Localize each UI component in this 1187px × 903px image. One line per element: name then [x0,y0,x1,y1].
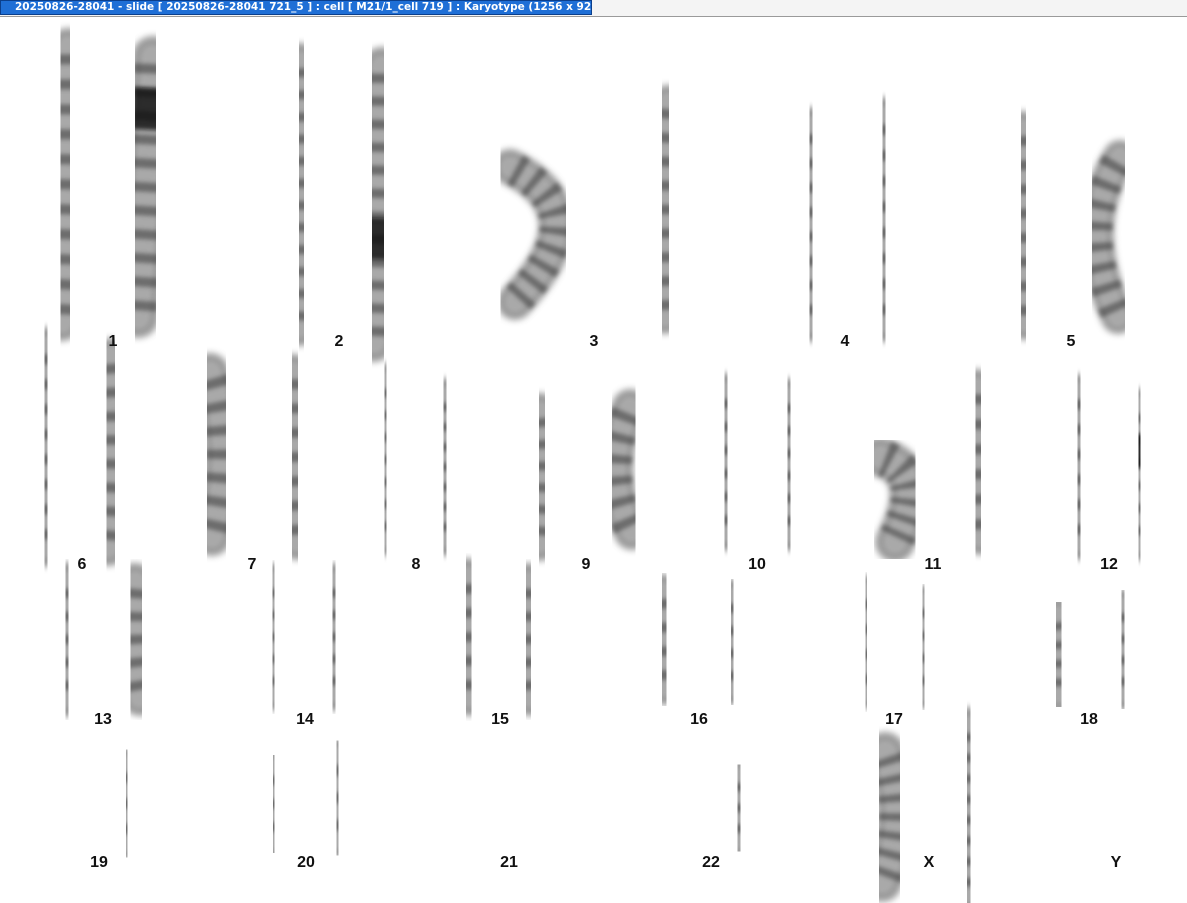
chromosome-core [799,116,823,333]
chromosome-label: 8 [412,556,421,573]
chromosome[interactable] [46,562,88,717]
chromosome[interactable] [720,759,758,857]
chromosome[interactable] [521,393,563,561]
chromosome-label: 22 [702,854,720,871]
chromosome-label: 16 [690,711,708,728]
chromosome[interactable] [597,389,650,550]
chromosome[interactable] [906,585,941,709]
chromosome-label: 12 [1100,556,1118,573]
chromosome[interactable] [108,747,145,860]
chromosome[interactable] [713,579,751,705]
chromosome-label: 13 [94,711,112,728]
chromosome[interactable] [947,707,990,903]
chromosome[interactable] [113,563,159,716]
chromosome[interactable] [1060,374,1098,560]
chromosome-core [956,716,981,903]
chromosome-core [872,106,896,333]
chromosome[interactable] [25,327,67,567]
chromosome-label: Y [1111,854,1122,871]
chromosome[interactable] [706,373,746,551]
chromosome-core [1012,119,1035,332]
chromosome-label: 18 [1080,711,1098,728]
chromosome[interactable] [790,107,832,342]
chromosome-label: 21 [500,854,518,871]
chromosome[interactable] [43,28,88,341]
chromosome[interactable] [448,558,490,716]
chromosome[interactable] [862,732,917,902]
window-title-bar: 20250826-28041 - slide [ 20250826-28041 … [0,0,1187,17]
chromosome-label: 3 [590,333,599,350]
chromosome-label: 15 [491,711,509,728]
chromosome[interactable] [507,563,549,716]
chromosome[interactable] [645,574,684,705]
chromosome[interactable] [1004,111,1043,340]
chromosome-label: 11 [925,556,942,573]
chromosome[interactable] [254,750,293,858]
window-title[interactable]: 20250826-28041 - slide [ 20250826-28041 … [0,0,592,15]
chromosome-label: 6 [78,556,87,573]
chromosome-core [777,386,801,543]
chromosome[interactable] [492,149,575,320]
chromosome-label: 10 [748,556,766,573]
chromosome[interactable] [254,563,293,711]
chromosome-label: 4 [841,333,850,350]
chromosome[interactable] [318,738,357,858]
chromosome[interactable] [89,338,133,566]
chromosome-label: 9 [582,556,591,573]
chromosome-label: 2 [335,333,344,350]
chromosome-label: X [924,854,935,871]
chromosome-bands [647,100,684,318]
chromosome-core [714,381,738,543]
chromosome[interactable] [281,43,322,346]
chromosome-core [966,377,990,547]
chromosome-bands [319,756,356,840]
chromosome-core [1068,382,1090,552]
chromosome[interactable] [863,97,905,342]
chromosome[interactable] [117,36,174,338]
chromosome[interactable] [646,85,685,334]
chromosome-bands [721,775,757,840]
chromosome[interactable] [860,437,930,562]
chromosome-bands [44,46,86,323]
chromosome-label: 20 [297,854,315,871]
chromosome[interactable] [1037,597,1081,712]
chromosome-core [289,51,314,338]
karyogram: 1 2 3 4 56 7 8 9 10 11 1213 14 15 16 17 1819 20 21 22 X Y [25,28,1159,903]
chromosome[interactable] [958,369,998,555]
chromosome[interactable] [769,378,809,551]
chromosome-bands [256,768,292,840]
chromosome-core [97,346,125,558]
chromosome[interactable] [849,575,884,709]
karyotype-canvas: 1 2 3 4 5 6 7 8 9 10 11 12 13 14 15 16 17 18 19 20 21 22 X Y [0,17,1187,903]
chromosome[interactable] [1104,589,1142,710]
chromosome[interactable] [354,47,402,362]
chromosome-label: 19 [90,854,108,871]
chromosome[interactable] [425,378,465,556]
chromosome[interactable] [1080,140,1137,334]
chromosome-core [34,336,58,558]
chromosome-label: 5 [1067,333,1076,350]
chromosome-core [363,56,393,353]
chromosome[interactable] [191,353,242,556]
chromosome[interactable] [314,563,354,711]
chromosome[interactable] [274,354,315,560]
chromosome[interactable] [366,363,405,556]
chromosome-core [1128,396,1151,553]
chromosome-core [529,401,555,553]
chromosome-label: 7 [248,556,257,573]
chromosome-bands [110,764,144,843]
chromosome-label: 17 [885,711,903,728]
chromosome[interactable] [1120,388,1159,561]
chromosome-label: 14 [296,711,314,728]
chromosome-label: 1 [109,333,118,350]
